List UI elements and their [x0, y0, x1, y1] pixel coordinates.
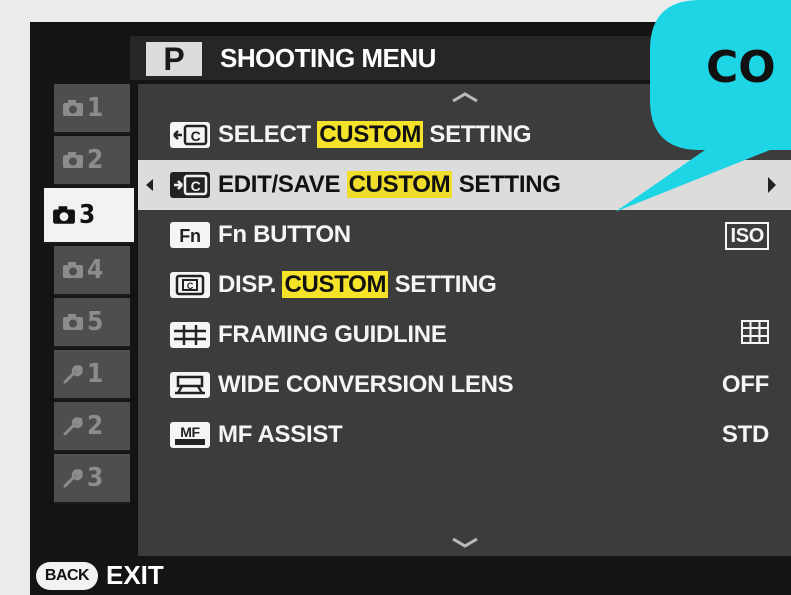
wide-conversion-lens-icon [170, 372, 210, 398]
svg-text:C: C [191, 128, 201, 144]
menu-item-label: EDIT/SAVE CUSTOM SETTING [218, 171, 561, 198]
mf-assist-icon: MF [170, 422, 210, 448]
sidebar-tab-label: 1 [87, 359, 104, 389]
wrench-icon [63, 365, 83, 384]
camera-icon [63, 314, 83, 330]
svg-text:C: C [191, 178, 201, 194]
sidebar-tab-setup-1[interactable]: 1 [54, 350, 130, 400]
fn-icon: Fn [170, 222, 210, 248]
chevron-left-icon [146, 179, 153, 191]
callout-text: CO [706, 42, 776, 93]
menu-item-value [741, 319, 769, 351]
menu-item-label: SELECT CUSTOM SETTING [218, 121, 532, 148]
sidebar-tab-label: 2 [87, 411, 104, 441]
sidebar: 1 2 3 4 5 1 2 3 [30, 84, 134, 554]
exit-label: EXIT [106, 560, 164, 590]
svg-text:Fn: Fn [179, 226, 200, 246]
camera-icon [63, 262, 83, 278]
scroll-up-arrow[interactable] [138, 84, 791, 110]
sidebar-tab-camera-4[interactable]: 4 [54, 246, 130, 296]
page-title: SHOOTING MENU [220, 43, 436, 73]
menu-item-label: WIDE CONVERSION LENS [218, 371, 514, 398]
footer: BACK EXIT [30, 556, 791, 595]
sidebar-tab-label: 2 [87, 145, 104, 175]
edit-save-custom-setting-icon: C [170, 172, 210, 198]
menu-item-edit-save-custom-setting[interactable]: C EDIT/SAVE CUSTOM SETTING [138, 160, 791, 210]
menu-item-mf-assist[interactable]: MF MF ASSIST STD [138, 410, 791, 460]
sidebar-tab-camera-5[interactable]: 5 [54, 298, 130, 348]
chevron-down-icon [451, 537, 478, 548]
menu-item-disp-custom-setting[interactable]: C DISP. CUSTOM SETTING [138, 260, 791, 310]
framing-grid-icon [170, 322, 210, 348]
sidebar-tab-label: 5 [87, 307, 104, 337]
scroll-down-arrow[interactable] [138, 530, 791, 556]
sidebar-tab-setup-2[interactable]: 2 [54, 402, 130, 452]
back-button[interactable]: BACK [36, 562, 98, 590]
menu-item-value: ISO [725, 221, 769, 250]
menu-item-framing-guideline[interactable]: FRAMING GUIDLINE [138, 310, 791, 360]
sidebar-tab-label: 3 [87, 463, 104, 493]
grid-icon [741, 319, 769, 344]
menu-item-value: OFF [721, 371, 769, 398]
menu-item-label: MF ASSIST [218, 421, 343, 448]
menu-item-label: Fn BUTTON [218, 221, 351, 248]
menu-item-value: STD [721, 421, 769, 448]
camera-icon [53, 206, 75, 224]
iso-value: ISO [725, 221, 769, 250]
wrench-icon [63, 417, 83, 436]
camera-icon [63, 100, 83, 116]
disp-custom-icon: C [170, 272, 210, 298]
menu-item-select-custom-setting[interactable]: C SELECT CUSTOM SETTING [138, 110, 791, 160]
sidebar-tab-label: 1 [87, 93, 104, 123]
menu-header: P SHOOTING MENU [130, 36, 791, 80]
menu-item-fn-button[interactable]: Fn Fn BUTTON ISO [138, 210, 791, 260]
camera-icon [63, 152, 83, 168]
menu-item-wide-conversion-lens[interactable]: WIDE CONVERSION LENS OFF [138, 360, 791, 410]
chevron-right-icon [768, 177, 776, 193]
menu-panel: C SELECT CUSTOM SETTING C EDIT/SAVE CUST… [138, 84, 791, 556]
sidebar-tab-label: 4 [87, 255, 104, 285]
chevron-up-icon [451, 92, 478, 103]
sidebar-tab-setup-3[interactable]: 3 [54, 454, 130, 504]
camera-menu-screen: P SHOOTING MENU 1 2 3 4 5 1 2 3 C SELECT… [30, 22, 791, 595]
menu-item-label: DISP. CUSTOM SETTING [218, 271, 497, 298]
select-custom-setting-icon: C [170, 122, 210, 148]
mode-badge: P [146, 41, 202, 77]
wrench-icon [63, 469, 83, 488]
menu-item-label: FRAMING GUIDLINE [218, 321, 447, 348]
sidebar-tab-label: 3 [79, 200, 96, 230]
sidebar-tab-camera-1[interactable]: 1 [54, 84, 130, 134]
svg-text:MF: MF [180, 424, 200, 440]
sidebar-tab-camera-3[interactable]: 3 [44, 188, 134, 244]
svg-text:C: C [187, 281, 194, 291]
sidebar-tab-camera-2[interactable]: 2 [54, 136, 130, 186]
